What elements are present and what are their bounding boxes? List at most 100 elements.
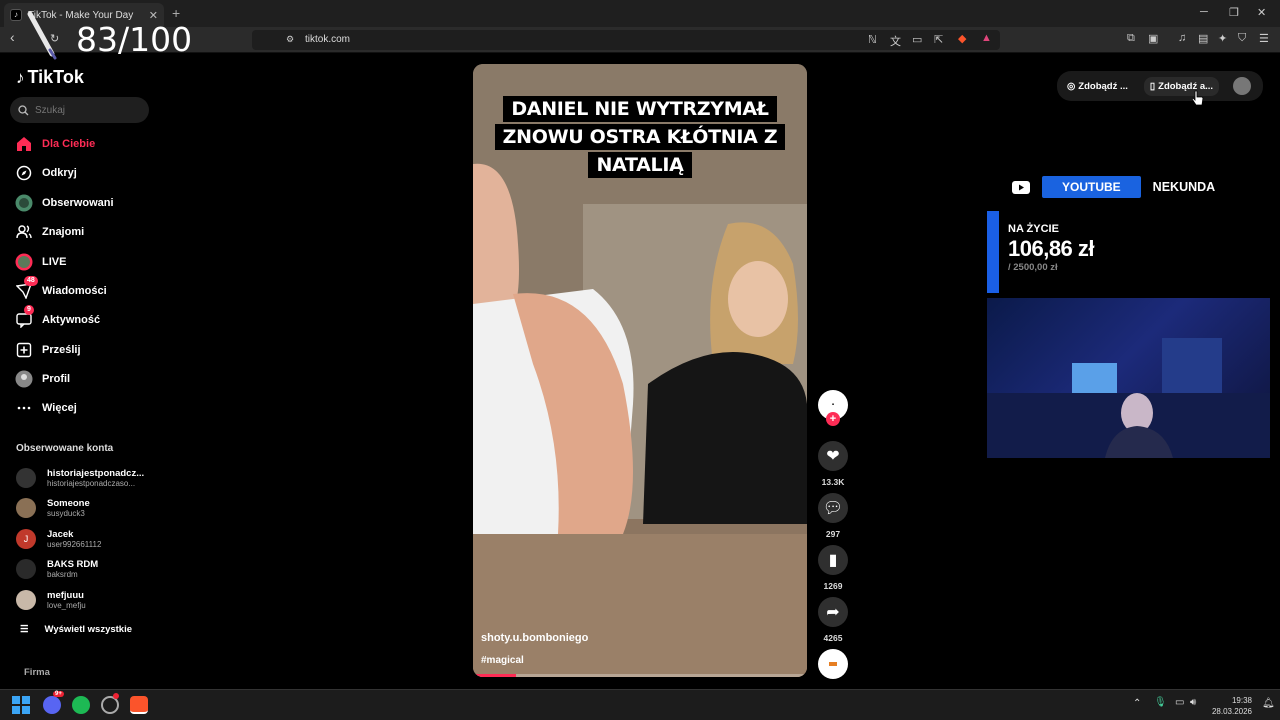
donation-goal: NA ŻYCIE 106,86 zł / 2500,00 zł <box>987 211 1147 293</box>
followed-account[interactable]: mefjuuu love_mefju <box>16 587 156 613</box>
notification-bell-icon[interactable]: 🔔︎ <box>1262 698 1275 709</box>
get-app-button[interactable]: ▯ Zdobądź a... <box>1143 76 1220 96</box>
sidebar-nav-label: Odkryj <box>42 167 77 179</box>
account-avatar <box>16 559 36 579</box>
share-arrow-icon: ➦ <box>818 597 848 627</box>
footer-firma[interactable]: Firma <box>24 667 50 678</box>
followed-account[interactable]: J Jacek user992661112 <box>16 526 156 552</box>
notification-badge: 9 <box>24 305 34 315</box>
search-box[interactable] <box>10 97 149 123</box>
chatgpt-icon[interactable] <box>101 693 119 714</box>
vpn-icon[interactable]: ⛉ <box>1238 32 1246 45</box>
search-input[interactable] <box>35 104 135 116</box>
followed-account[interactable]: historiajestponadcz... historiajestponadc… <box>16 465 156 491</box>
volume-icon[interactable]: 🔊︎ <box>1190 697 1196 708</box>
sound-disc-button[interactable] <box>818 649 848 679</box>
network-icon[interactable]: ▭ <box>1175 697 1184 708</box>
sidebar-nav-item[interactable]: Odkryj <box>14 162 154 184</box>
discord-icon[interactable]: 9+ <box>43 691 64 714</box>
account-avatar <box>16 498 36 518</box>
creator-avatar-button[interactable]: ▪ + <box>818 390 848 426</box>
reader-icon[interactable]: ℕ <box>868 33 877 46</box>
get-app-label: Zdobądź a... <box>1158 80 1214 92</box>
goal-label: NA ŻYCIE <box>1008 223 1059 235</box>
spotify-icon[interactable] <box>72 696 90 714</box>
show-all-label: Wyświetl wszystkie <box>44 624 133 635</box>
close-window-button[interactable]: ✕ <box>1257 6 1266 19</box>
sidebar-nav-item[interactable]: Dla Ciebie <box>14 133 154 155</box>
video-player[interactable]: DANIEL NIE WYTRZYMAŁ ZNOWU OSTRA KŁÓTNIA … <box>473 64 807 677</box>
top-right-toolbar: ◎ Zdobądź ... ▯ Zdobądź a... <box>1057 71 1263 101</box>
sidebar-nav-label: Profil <box>42 373 71 385</box>
new-tab-button[interactable]: + <box>172 5 180 21</box>
sidebar-nav-item[interactable]: Obserwowani <box>14 192 154 214</box>
tiktok-favicon-icon: ♪ <box>10 9 22 21</box>
save-button[interactable]: ▮ 1269 <box>818 545 848 591</box>
share-button[interactable]: ➦ 4265 <box>818 597 848 643</box>
brave-shields-icon[interactable]: ◆ <box>958 32 966 45</box>
sidebar-nav-item[interactable]: Więcej <box>14 397 154 419</box>
phone-icon: ▯ <box>1149 80 1156 92</box>
sidebar-toggle-icon[interactable]: ▣ <box>1148 32 1158 45</box>
friends-icon <box>14 222 34 242</box>
chevron-up-icon[interactable]: ⌃ <box>1133 698 1141 709</box>
sidebar-nav-item[interactable]: LIVE <box>14 251 154 273</box>
user-avatar[interactable] <box>1233 77 1252 95</box>
extensions-icon[interactable]: ⧉ <box>1127 32 1135 45</box>
coin-icon: ◎ <box>1067 80 1076 92</box>
minimize-button[interactable]: ─ <box>1200 6 1208 18</box>
goal-amount: 106,86 zł <box>1008 236 1095 261</box>
sidebar-nav-item[interactable]: Profil <box>14 368 154 390</box>
sidebar-nav-label: Dla Ciebie <box>42 138 96 150</box>
tiktok-note-icon: ♪ <box>16 67 25 87</box>
following-avatar-icon <box>14 193 34 213</box>
show-all-button[interactable]: ☰ Wyświetl wszystkie <box>20 624 132 635</box>
webcam-image <box>987 338 1270 458</box>
follow-plus-icon[interactable]: + <box>826 412 840 426</box>
get-coins-button[interactable]: ◎ Zdobądź ... <box>1061 77 1134 96</box>
account-name: Jacek <box>47 528 74 540</box>
music-disc-icon <box>818 649 848 679</box>
compass-icon <box>14 163 34 183</box>
video-progress-bar[interactable] <box>473 674 807 677</box>
followed-account[interactable]: BAKS RDM baksrdm <box>16 556 156 582</box>
address-bar[interactable]: ⚙ tiktok.com ℕ 文 ▭ ⇱ ◆ ▲ <box>252 30 1000 50</box>
wallet-icon[interactable]: ▤ <box>1198 32 1208 45</box>
sidebar-nav-label: Znajomi <box>42 226 85 238</box>
comment-count: 297 <box>825 529 841 539</box>
comment-button[interactable]: 💬︎ 297 <box>818 493 848 539</box>
account-handle: historiajestponadczaso... <box>47 478 136 488</box>
caption-line: NATALIĄ <box>588 152 692 178</box>
brave-rewards-icon[interactable]: ▲ <box>981 32 992 44</box>
sidebar-nav-item[interactable]: Prześlij <box>14 339 154 361</box>
microphone-icon[interactable]: 🎙︎ <box>1154 697 1167 708</box>
sidebar-nav-label: LIVE <box>42 256 67 268</box>
clock-date: 28.03.2026 <box>1211 707 1252 716</box>
restore-button[interactable]: ❐ <box>1229 6 1239 19</box>
cast-icon[interactable]: ▭ <box>912 33 922 46</box>
share-count: 4265 <box>823 633 843 643</box>
sidebar-nav-item[interactable]: 9 Aktywność <box>14 305 154 331</box>
back-icon[interactable]: ‹ <box>10 29 15 45</box>
menu-icon[interactable]: ☰ <box>1259 32 1269 45</box>
like-count: 13.3K <box>821 477 845 487</box>
windows-start-icon[interactable] <box>12 696 30 714</box>
sidebar-nav-item[interactable]: 48 Wiadomości <box>14 276 154 302</box>
brave-browser-icon[interactable] <box>130 696 148 714</box>
video-author[interactable]: shoty.u.bomboniego <box>481 632 588 644</box>
caption-line: DANIEL NIE WYTRZYMAŁ <box>503 96 777 122</box>
tiktok-logo[interactable]: ♪ TikTok <box>16 67 84 88</box>
notification-badge: 48 <box>24 276 38 286</box>
leo-ai-icon[interactable]: ✦ <box>1218 32 1227 45</box>
site-info-icon[interactable]: ⚙ <box>286 34 294 45</box>
sidebar-nav-item[interactable]: Znajomi <box>14 221 154 243</box>
music-icon[interactable]: ♫ <box>1178 32 1186 44</box>
share-icon[interactable]: ⇱ <box>934 33 943 46</box>
mouse-cursor-icon <box>1192 90 1204 106</box>
like-button[interactable]: ❤ 13.3K <box>818 441 848 487</box>
translate-icon[interactable]: 文 <box>890 33 901 49</box>
account-handle: love_mefju <box>47 600 86 610</box>
video-hashtag[interactable]: #magical <box>481 655 524 666</box>
system-clock[interactable]: 19:38 28.03.2026 <box>1210 695 1252 717</box>
followed-account[interactable]: Someone susyduck3 <box>16 495 156 521</box>
